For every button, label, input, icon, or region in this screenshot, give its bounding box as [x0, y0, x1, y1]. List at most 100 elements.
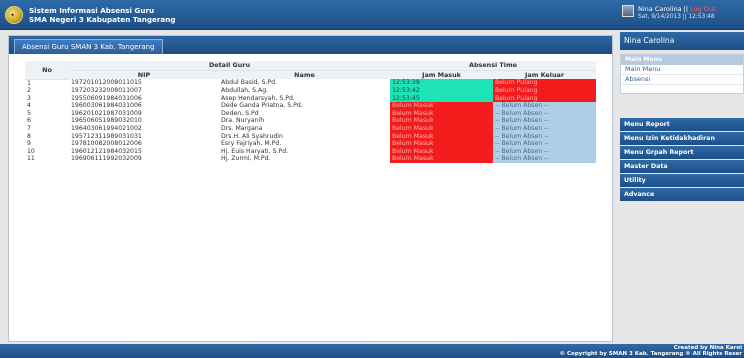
cell-no: 8	[27, 132, 31, 140]
menu-link-main-menu[interactable]: Main Menu	[621, 65, 743, 75]
cell-nip: 196003061984031006	[71, 102, 142, 110]
cell-jam-keluar: -- Belum Absen --	[493, 155, 596, 164]
cell-nip: 196506051989032010	[71, 117, 142, 125]
cell-nama: Asep Hendarsyah, S.Pd.	[221, 94, 295, 102]
cell-no: 9	[27, 140, 31, 148]
cell-nama: Drs.H. Ali Syahrudin	[221, 132, 283, 140]
panel-tabbar: Absensi Guru SMAN 3 Kab. Tangerang	[9, 36, 612, 54]
table-row: 10 196012121984032015 Hj. Euis Haryati, S.…	[25, 147, 596, 156]
table-row: 6 196506051989032010 Dra. Nuryanih Belum Ma…	[25, 117, 596, 126]
cell-jam-keluar: Belum Pulang	[493, 79, 596, 88]
footer: Created by Nina Karol © Copyright by SMA…	[0, 344, 744, 358]
cell-no: 6	[27, 117, 31, 125]
user-name: Nina Carolina ||	[638, 5, 689, 13]
cell-nama: Deden, S.Pd	[221, 109, 259, 117]
cell-nama: Abdullah, S.Ag.	[221, 87, 269, 95]
cell-jam-keluar: -- Belum Absen --	[493, 140, 596, 148]
menu-report-button[interactable]: Menu Report	[620, 118, 744, 131]
cell-nip: 196403061994021002	[71, 125, 142, 133]
cell-jam-masuk: Belum Masuk	[390, 155, 493, 164]
app-header: ✦ Sistem Informasi Absensi Guru SMA Nege…	[0, 0, 744, 30]
menu-link-absensi[interactable]: Absensi	[621, 75, 743, 85]
cell-nip: 197201012008011015	[71, 79, 142, 87]
cell-nama: Drs. Margana	[221, 125, 263, 133]
menu-graph-report-button[interactable]: Menu Grpah Report	[620, 146, 744, 159]
cell-jam-keluar: Belum Pulang	[493, 87, 596, 95]
main-menu-title: Main Menu	[621, 55, 743, 65]
group-absensi-header: Absensi Time	[390, 61, 596, 71]
cell-no: 10	[27, 147, 35, 155]
cell-nama: Hj. Euis Haryati, S.Pd.	[221, 147, 289, 155]
table-row: 1 197201012008011015 Abdul Basid, S.Pd. 12:…	[25, 79, 596, 88]
table-row: 3 195506091984031006 Asep Hendarsyah, S.Pd…	[25, 94, 596, 103]
master-data-button[interactable]: Master Data	[620, 160, 744, 173]
cell-nama: Hj. Zurmi, M.Pd.	[221, 155, 271, 163]
attendance-table: No Detail Guru Absensi Time NIP Name Jam…	[25, 61, 596, 164]
sidebar: Nina Carolina Main Menu Main Menu Absens…	[620, 32, 744, 342]
cell-jam-masuk: 12:53:45	[390, 94, 493, 103]
col-no-header: No	[25, 61, 69, 80]
table-row: 8 195712311989031031 Drs.H. Ali Syahrudin B…	[25, 132, 596, 141]
cell-jam-masuk: 12:53:42	[390, 87, 493, 95]
col-nama-header: Name	[219, 70, 390, 79]
datetime: Sat, 9/14/2013 || 12:53:48	[638, 14, 715, 20]
cell-jam-keluar: -- Belum Absen --	[493, 132, 596, 141]
cell-nama: Esry Fajriyah, M.Pd.	[221, 140, 282, 148]
app-title-line1: Sistem Informasi Absensi Guru	[29, 6, 155, 15]
cell-jam-masuk: Belum Masuk	[390, 125, 493, 133]
tab-absensi[interactable]: Absensi Guru SMAN 3 Kab. Tangerang	[14, 39, 163, 54]
cell-nip: 196906111992032009	[71, 155, 142, 163]
cell-jam-keluar: -- Belum Absen --	[493, 125, 596, 133]
table-row: 9 197810082008012006 Esry Fajriyah, M.Pd. B…	[25, 140, 596, 148]
cell-nip: 196201021987031009	[71, 109, 142, 117]
table-row: 4 196003061984031006 Dede Ganda Priatna, S…	[25, 102, 596, 110]
table-row: 7 196403061994021002 Drs. Margana Belum Mas…	[25, 125, 596, 133]
cell-jam-masuk: 12:53:39	[390, 79, 493, 88]
cell-nip: 197203232008011007	[71, 87, 142, 95]
cell-jam-keluar: -- Belum Absen --	[493, 109, 596, 118]
table-row: 2 197203232008011007 Abdullah, S.Ag. 12:53:…	[25, 87, 596, 95]
cell-nip: 195712311989031031	[71, 132, 142, 140]
cell-jam-keluar: -- Belum Absen --	[493, 147, 596, 156]
main-menu-box: Main Menu Main Menu Absensi	[620, 54, 744, 94]
cell-jam-masuk: Belum Masuk	[390, 132, 493, 141]
cell-jam-masuk: Belum Masuk	[390, 117, 493, 126]
user-avatar	[622, 5, 634, 17]
cell-no: 7	[27, 125, 31, 133]
cell-no: 5	[27, 109, 31, 117]
cell-no: 4	[27, 102, 31, 110]
school-logo-icon: ✦	[5, 6, 23, 24]
sidebar-buttons: Menu Report Menu Izin Ketidakhadiran Men…	[620, 118, 744, 201]
cell-jam-masuk: Belum Masuk	[390, 102, 493, 110]
footer-copyright: © Copyright by SMAN 3 Kab. Tangerang ® A…	[559, 351, 742, 357]
cell-nama: Abdul Basid, S.Pd.	[221, 79, 278, 87]
cell-nip: 196012121984032015	[71, 147, 142, 155]
cell-jam-masuk: Belum Masuk	[390, 147, 493, 156]
cell-no: 1	[27, 79, 31, 87]
cell-nama: Dra. Nuryanih	[221, 117, 265, 125]
app-title: Sistem Informasi Absensi Guru SMA Negeri…	[29, 6, 176, 24]
cell-jam-keluar: -- Belum Absen --	[493, 117, 596, 126]
cell-no: 3	[27, 94, 31, 102]
cell-jam-keluar: -- Belum Absen --	[493, 102, 596, 110]
main-panel: Absensi Guru SMAN 3 Kab. Tangerang No De…	[8, 35, 613, 342]
app-title-line2: SMA Negeri 3 Kabupaten Tangerang	[29, 15, 176, 24]
advance-button[interactable]: Advance	[620, 188, 744, 201]
table-row: 5 196201021987031009 Deden, S.Pd Belum Masu…	[25, 109, 596, 118]
table-row: 11 196906111992032009 Hj. Zurmi, M.Pd. Belu…	[25, 155, 596, 164]
cell-nip: 197810082008012006	[71, 140, 142, 148]
sidebar-user-heading: Nina Carolina	[620, 32, 744, 50]
cell-nama: Dede Ganda Priatna, S.Pd.	[221, 102, 303, 110]
user-box: Nina Carolina || Log Out Sat, 9/14/2013 …	[622, 5, 744, 23]
cell-no: 2	[27, 87, 31, 95]
group-detail-header: Detail Guru	[69, 61, 390, 71]
utility-button[interactable]: Utility	[620, 174, 744, 187]
logout-link[interactable]: Log Out	[690, 5, 715, 13]
cell-jam-masuk: Belum Masuk	[390, 140, 493, 148]
col-masuk-header: Jam Masuk	[390, 70, 493, 79]
col-nip-header: NIP	[69, 70, 219, 79]
cell-jam-keluar: Belum Pulang	[493, 94, 596, 103]
table-body: 1 197201012008011015 Abdul Basid, S.Pd. 12:…	[25, 79, 596, 164]
menu-izin-button[interactable]: Menu Izin Ketidakhadiran	[620, 132, 744, 145]
user-info: Nina Carolina || Log Out	[638, 5, 716, 13]
